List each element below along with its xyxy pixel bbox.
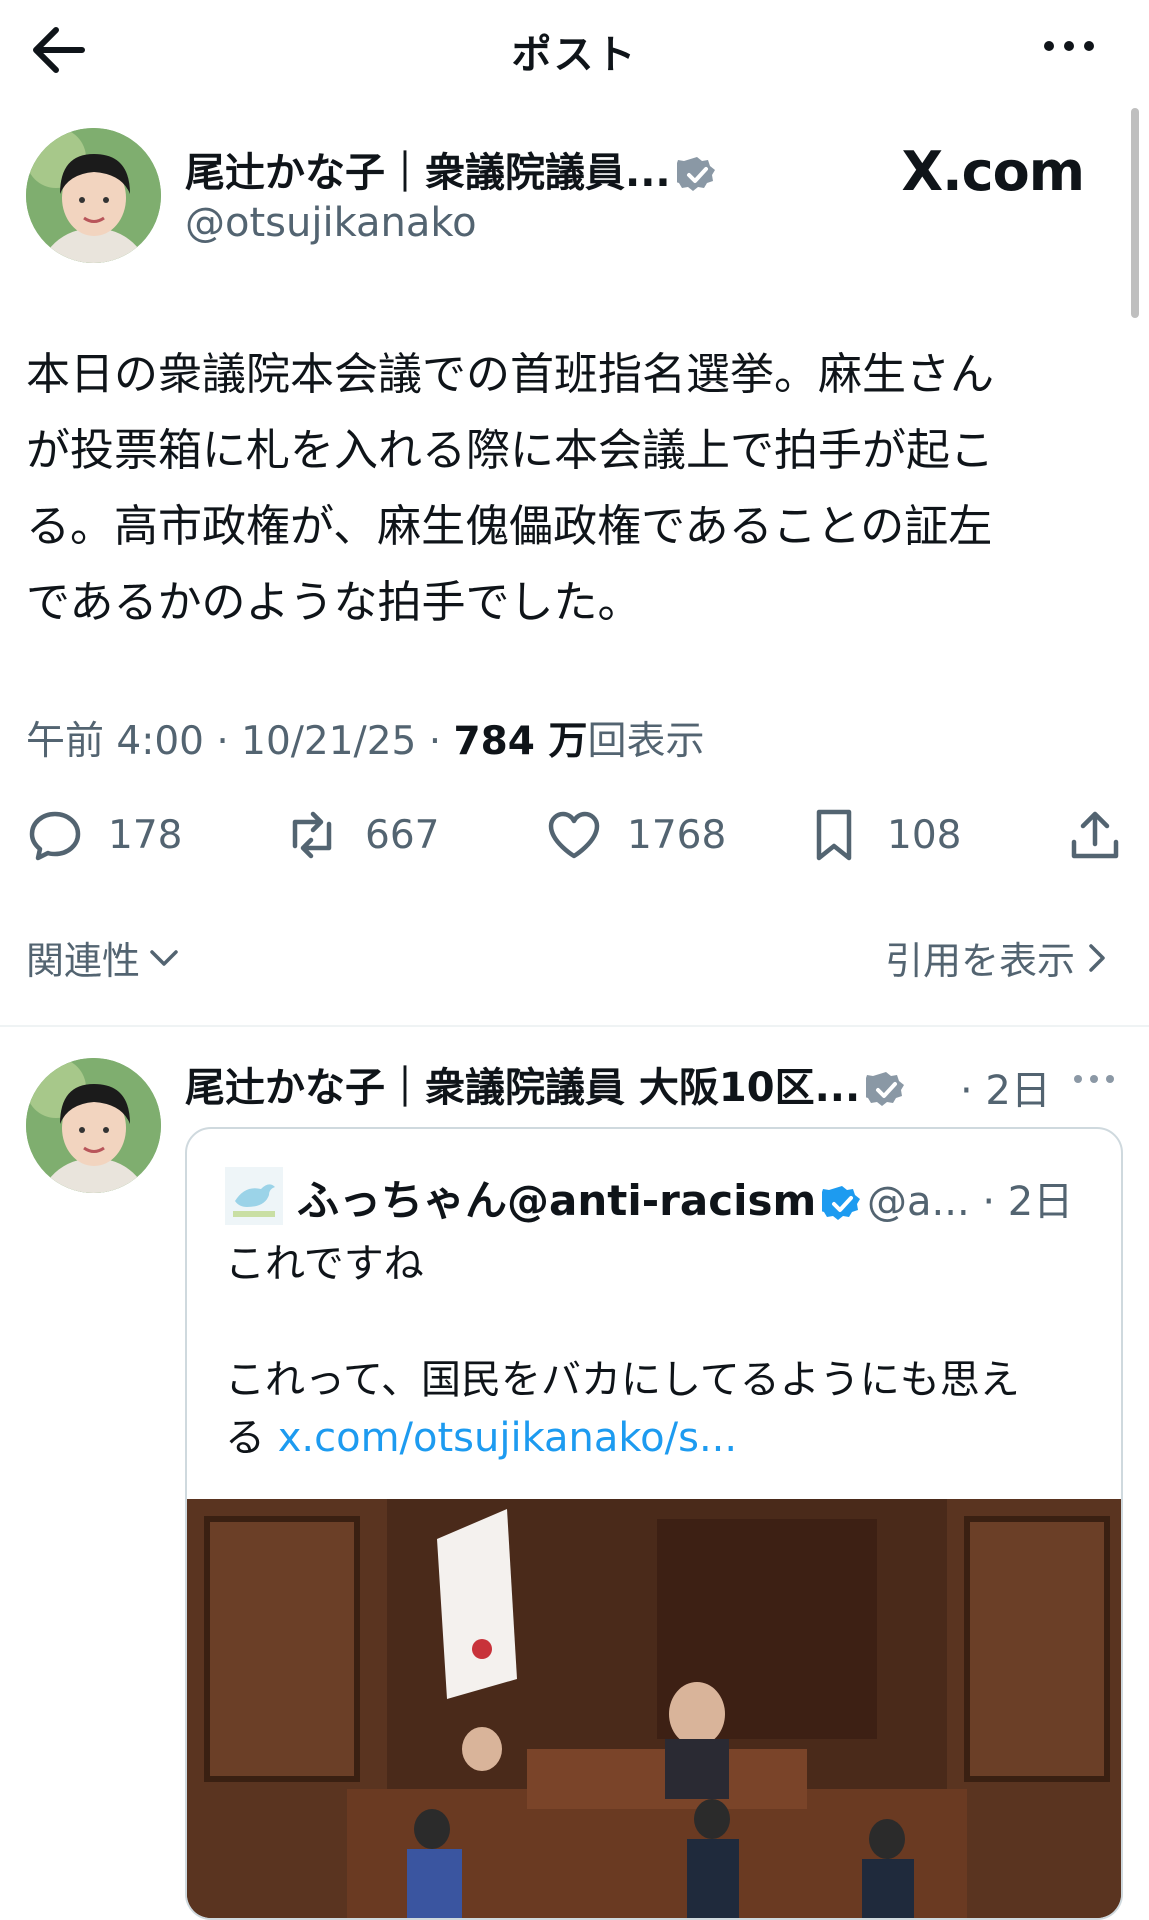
scrollbar[interactable] (1131, 108, 1139, 318)
view-quotes-link[interactable]: 引用を表示 (885, 930, 1109, 985)
tweet-text: 本日の衆議院本会議での首班指名選挙。麻生さん が投票箱に札を入れる際に本会議上で… (26, 349, 994, 628)
reply-button[interactable]: 178 (26, 800, 182, 870)
relevance-sort[interactable]: 関連性 (26, 930, 182, 985)
share-icon (1071, 811, 1119, 859)
quoted-text-line1: これですね (225, 1241, 424, 1287)
action-bar: 178 667 1768 108 (0, 800, 1149, 870)
view-label: 回表示 (587, 719, 705, 764)
reply-author-name[interactable]: 尾辻かな子｜衆議院議員 大阪10区... (185, 1055, 906, 1113)
bookmark-icon (816, 809, 852, 861)
quoted-tweet-link[interactable]: x.com/otsujikanako/s... (278, 1415, 737, 1461)
quoted-author-handle: @a... · 2日 (867, 1179, 1074, 1225)
chevron-right-icon (1089, 943, 1105, 972)
repost-count: 667 (365, 812, 440, 858)
like-button[interactable]: 1768 (545, 800, 726, 870)
tweet-meta: 午前 4:00 · 10/21/25 · 784 万回表示 (26, 710, 705, 766)
repost-icon (292, 811, 332, 859)
verified-badge-icon (670, 155, 717, 195)
top-bar: ポスト (0, 0, 1149, 100)
author-avatar[interactable] (26, 128, 161, 263)
quoted-author-name: ふっちゃん@anti-racism (297, 1167, 862, 1228)
more-options-icon[interactable] (1071, 1064, 1117, 1094)
view-count: 784 万 (453, 719, 588, 764)
chevron-down-icon (150, 949, 178, 966)
bookmark-count: 108 (887, 812, 962, 858)
xcom-watermark: X.com (901, 140, 1085, 203)
author-name[interactable]: 尾辻かな子｜衆議院議員... (185, 140, 717, 198)
quoted-tweet-card[interactable]: ふっちゃん@anti-racism @a... · 2日 これですね これって、… (185, 1127, 1123, 1920)
more-options-icon[interactable] (1039, 26, 1099, 66)
author-handle[interactable]: @otsujikanako (185, 200, 477, 246)
reply-count: 178 (108, 812, 183, 858)
relevance-label: 関連性 (26, 939, 141, 983)
reply-author-name-text[interactable]: 尾辻かな子｜衆議院議員 大阪10区... (185, 1065, 860, 1111)
verified-badge-icon (860, 1070, 906, 1110)
tweet-time[interactable]: 午前 4:00 · 10/21/25 · (26, 719, 454, 764)
share-button[interactable] (1066, 800, 1124, 870)
heart-icon (548, 811, 600, 859)
view-quotes-label: 引用を表示 (884, 939, 1075, 983)
quoted-tweet-text: これですね これって、国民をバカにしてるようにも思え る x.com/otsuj… (225, 1235, 1105, 1467)
author-name-text[interactable]: 尾辻かな子｜衆議院議員... (185, 150, 671, 196)
reply-time[interactable]: · 2日 (960, 1058, 1051, 1116)
reply-author-avatar[interactable] (26, 1058, 161, 1193)
page-title: ポスト (511, 32, 638, 78)
verified-badge-icon (816, 1184, 862, 1224)
quoted-author-name-text: ふっちゃん@anti-racism (297, 1176, 817, 1225)
repost-button[interactable]: 667 (283, 800, 439, 870)
bookmark-button[interactable]: 108 (805, 800, 961, 870)
like-count: 1768 (627, 812, 727, 858)
quoted-media-image[interactable] (187, 1499, 1121, 1918)
reply-icon (29, 811, 81, 861)
quoted-author-avatar (225, 1167, 283, 1225)
divider (0, 1025, 1149, 1027)
